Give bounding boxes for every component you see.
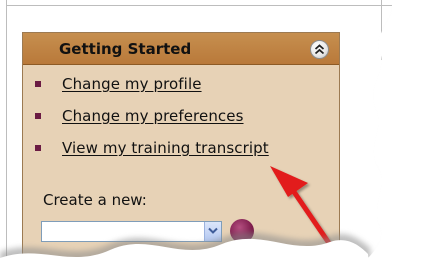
screenshot-stage: Getting Started Change my profile Change… xyxy=(0,0,422,273)
torn-paper-edge xyxy=(0,0,422,273)
